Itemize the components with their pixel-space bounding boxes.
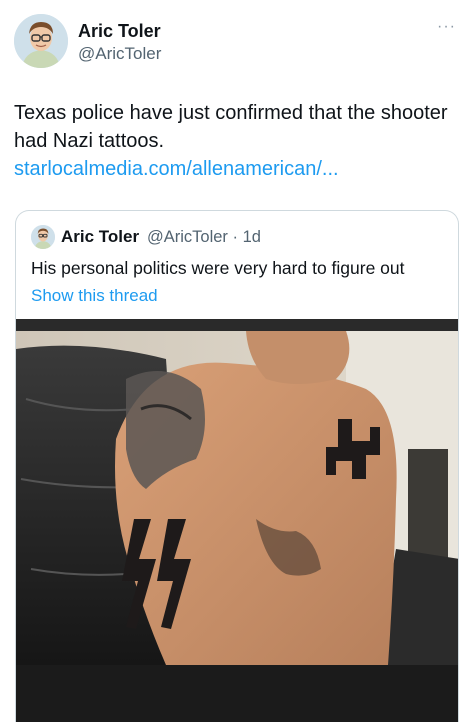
show-thread-link[interactable]: Show this thread bbox=[31, 286, 158, 306]
tweet-text: Texas police have just confirmed that th… bbox=[14, 102, 448, 152]
tweet-link[interactable]: starlocalmedia.com/allenamerican/... bbox=[14, 155, 460, 183]
author-name[interactable]: Aric Toler bbox=[78, 21, 161, 42]
photo-image bbox=[16, 319, 458, 722]
author-handle[interactable]: @AricToler bbox=[78, 44, 161, 64]
tweet-body: Texas police have just confirmed that th… bbox=[14, 99, 460, 183]
tweet-header: Aric Toler @AricToler ··· bbox=[14, 14, 460, 70]
tweet-media-photo[interactable] bbox=[16, 319, 458, 722]
more-options-icon[interactable]: ··· bbox=[437, 18, 456, 36]
quoted-author-name: Aric Toler bbox=[61, 227, 140, 246]
author-avatar[interactable] bbox=[14, 14, 68, 68]
quoted-handle-time: @AricToler · 1d bbox=[147, 228, 261, 246]
quoted-text: His personal politics were very hard to … bbox=[31, 258, 405, 278]
profile-photo-icon bbox=[31, 225, 55, 249]
quoted-tweet[interactable]: Aric Toler @AricToler · 1d His personal … bbox=[15, 210, 459, 722]
profile-photo-icon bbox=[14, 14, 68, 68]
quoted-author-avatar bbox=[31, 225, 55, 249]
